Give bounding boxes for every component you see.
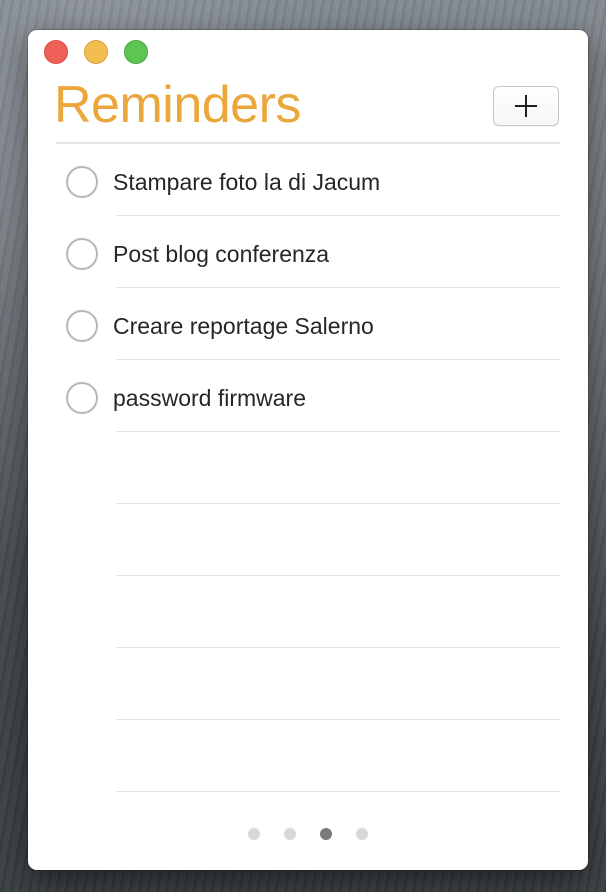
empty-reminder-row[interactable] [28, 576, 588, 648]
window-controls [44, 40, 148, 64]
reminder-checkbox[interactable] [66, 382, 98, 414]
reminder-checkbox[interactable] [66, 310, 98, 342]
reminder-text[interactable]: password firmware [113, 382, 306, 414]
reminder-item[interactable]: Post blog conferenza [28, 216, 588, 288]
minimize-icon[interactable] [84, 40, 108, 64]
reminder-text[interactable]: Post blog conferenza [113, 238, 329, 270]
reminder-checkbox[interactable] [66, 238, 98, 270]
reminder-item[interactable]: Creare reportage Salerno [28, 288, 588, 360]
reminder-checkbox[interactable] [66, 166, 98, 198]
reminder-text[interactable]: Stampare foto la di Jacum [113, 166, 380, 198]
page-dot-3[interactable] [320, 828, 332, 840]
reminders-window: Reminders Stampare foto la di Jacum Post … [28, 30, 588, 870]
empty-reminder-row[interactable] [28, 720, 588, 792]
reminder-list: Stampare foto la di Jacum Post blog confe… [28, 144, 588, 792]
add-reminder-button[interactable] [493, 86, 559, 126]
page-dot-1[interactable] [248, 828, 260, 840]
empty-reminder-row[interactable] [28, 648, 588, 720]
page-indicator [28, 828, 588, 840]
plus-icon [515, 95, 537, 117]
reminder-item[interactable]: password firmware [28, 360, 588, 432]
page-dot-2[interactable] [284, 828, 296, 840]
empty-reminder-row[interactable] [28, 432, 588, 504]
page-title: Reminders [54, 76, 301, 134]
close-icon[interactable] [44, 40, 68, 64]
zoom-icon[interactable] [124, 40, 148, 64]
reminder-item[interactable]: Stampare foto la di Jacum [28, 144, 588, 216]
empty-reminder-row[interactable] [28, 504, 588, 576]
page-dot-4[interactable] [356, 828, 368, 840]
reminder-text[interactable]: Creare reportage Salerno [113, 310, 374, 342]
